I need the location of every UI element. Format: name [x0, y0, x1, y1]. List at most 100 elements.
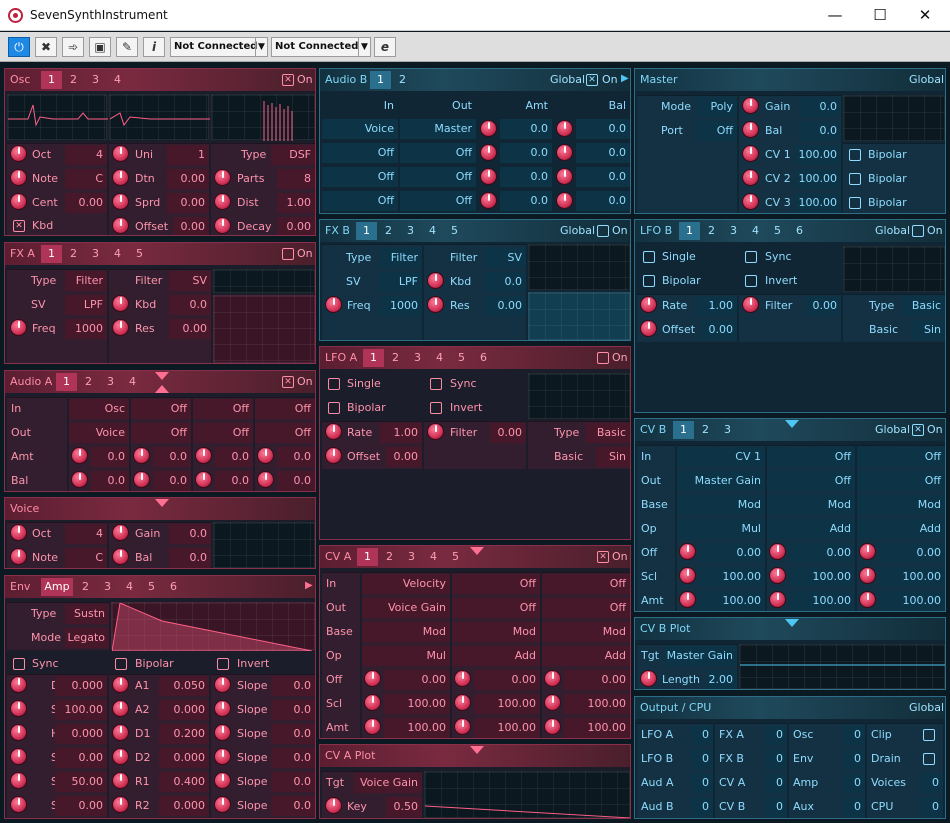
- audioa-1-amt[interactable]: 0.0: [91, 447, 129, 467]
- lfoa-invert-checkbox[interactable]: [430, 402, 442, 414]
- master-cv2-bipolar-checkbox[interactable]: [849, 173, 861, 185]
- audiob-amt-knob-2[interactable]: [480, 168, 497, 185]
- audiob-bal-1[interactable]: 0.0: [576, 143, 630, 163]
- osc-uni-knob[interactable]: [112, 145, 129, 162]
- cvb-0-value-2[interactable]: Mod: [677, 495, 765, 515]
- audiob-in-1[interactable]: Off: [322, 143, 398, 163]
- master-cv2-value[interactable]: 100.00: [795, 169, 841, 189]
- fxb-kbd-knob[interactable]: [427, 272, 444, 289]
- master-gain-knob[interactable]: [742, 97, 759, 114]
- cvb-tab-3[interactable]: 3: [717, 421, 738, 439]
- env-right-knob-0[interactable]: [214, 676, 231, 693]
- voice-oct-knob[interactable]: [10, 524, 27, 541]
- audioa-2-bal-knob[interactable]: [133, 471, 150, 488]
- lfob-filter-knob[interactable]: [742, 296, 759, 313]
- output-clip-checkbox[interactable]: [923, 729, 935, 741]
- audioa-2-amt-knob[interactable]: [133, 447, 150, 464]
- cvb-2-knob-6[interactable]: [859, 591, 876, 608]
- env-right-value-2[interactable]: 0.0: [271, 724, 315, 744]
- cvb-2-value-6[interactable]: 100.00: [879, 591, 945, 611]
- osc-cent-value[interactable]: 0.00: [65, 193, 107, 213]
- fxa-tab-1[interactable]: 1: [41, 245, 62, 263]
- env-mid-knob-4[interactable]: [112, 772, 129, 789]
- cva-2-knob-4[interactable]: [544, 670, 561, 687]
- audioa-1-bal[interactable]: 0.0: [91, 471, 129, 491]
- lfob-filter-value[interactable]: 0.00: [805, 296, 841, 316]
- cvb-2-value-2[interactable]: Mod: [857, 495, 945, 515]
- audioa-1-in[interactable]: Osc: [69, 399, 129, 419]
- master-port-value[interactable]: Off: [697, 121, 737, 141]
- lfob-tab-4[interactable]: 4: [745, 222, 766, 240]
- audioa-3-bal-knob[interactable]: [195, 471, 212, 488]
- audiob-bal-knob-2[interactable]: [556, 168, 573, 185]
- cvb-1-value-3[interactable]: Add: [767, 519, 855, 539]
- cvb-2-value-0[interactable]: Off: [857, 447, 945, 467]
- env-tab-3[interactable]: 3: [97, 578, 118, 596]
- cva-tab-3[interactable]: 3: [401, 548, 422, 566]
- cvbplot-length-knob[interactable]: [640, 670, 657, 687]
- cvb-0-knob-5[interactable]: [679, 567, 696, 584]
- cvb-0-value-1[interactable]: Master Gain: [677, 471, 765, 491]
- master-cv3-knob[interactable]: [742, 193, 759, 210]
- env-right-knob-4[interactable]: [214, 772, 231, 789]
- env-left-value-2[interactable]: 0.000: [55, 724, 107, 744]
- edit-icon[interactable]: ✎: [116, 37, 138, 57]
- master-cv2-knob[interactable]: [742, 169, 759, 186]
- master-cv1-value[interactable]: 100.00: [795, 145, 841, 165]
- audiob-amt-knob-3[interactable]: [480, 192, 497, 209]
- close-window-button[interactable]: ✕: [910, 4, 940, 26]
- env-type-value[interactable]: Sustn: [65, 604, 109, 624]
- osc-sprd-knob[interactable]: [112, 193, 129, 210]
- minimize-button[interactable]: —: [820, 4, 850, 26]
- env-left-knob-5[interactable]: [10, 796, 27, 813]
- audiob-amt-knob-1[interactable]: [480, 144, 497, 161]
- midi-output-select[interactable]: Not Connected ▼: [271, 37, 371, 57]
- fxa-tab-5[interactable]: 5: [129, 245, 150, 263]
- audiob-in-3[interactable]: Off: [322, 191, 398, 211]
- lfob-rate-knob[interactable]: [640, 296, 657, 313]
- voice-gain-knob[interactable]: [112, 524, 129, 541]
- fxa-tab-4[interactable]: 4: [107, 245, 128, 263]
- cva-0-value-4[interactable]: 0.00: [384, 670, 450, 690]
- lfoa-tab-1[interactable]: 1: [363, 349, 384, 367]
- lfoa-rate-knob[interactable]: [325, 423, 342, 440]
- lfoa-tab-5[interactable]: 5: [451, 349, 472, 367]
- cvb-2-knob-5[interactable]: [859, 567, 876, 584]
- voice-bal-value[interactable]: 0.0: [169, 548, 211, 568]
- osc-decay-knob[interactable]: [214, 217, 231, 234]
- env-tab-4[interactable]: 4: [119, 578, 140, 596]
- cvb-2-knob-4[interactable]: [859, 543, 876, 560]
- fxb-on-checkbox[interactable]: [597, 225, 609, 237]
- env-left-value-1[interactable]: 100.00: [55, 700, 107, 720]
- cvb-0-value-0[interactable]: CV 1: [677, 447, 765, 467]
- lfob-tab-3[interactable]: 3: [723, 222, 744, 240]
- env-left-value-5[interactable]: 0.00: [55, 796, 107, 816]
- master-bal-knob[interactable]: [742, 121, 759, 138]
- env-left-knob-4[interactable]: [10, 772, 27, 789]
- cva-2-value-4[interactable]: 0.00: [564, 670, 630, 690]
- env-sync-checkbox[interactable]: [13, 658, 25, 670]
- osc-parts-knob[interactable]: [214, 169, 231, 186]
- audiob-tab-1[interactable]: 1: [370, 71, 391, 89]
- fxa-type-value[interactable]: Filter: [65, 271, 107, 291]
- cvb-2-value-5[interactable]: 100.00: [879, 567, 945, 587]
- cvb-1-knob-5[interactable]: [769, 567, 786, 584]
- osc-tab-4[interactable]: 4: [107, 71, 128, 89]
- audiob-bal-3[interactable]: 0.0: [576, 191, 630, 211]
- cvb-tab-1[interactable]: 1: [673, 421, 694, 439]
- cva-1-value-2[interactable]: Mod: [452, 622, 540, 642]
- fxa-kbd-value[interactable]: 0.0: [169, 295, 211, 315]
- osc-type-value[interactable]: DSF: [271, 145, 315, 165]
- cva-tab-2[interactable]: 2: [379, 548, 400, 566]
- lfob-single-checkbox[interactable]: [643, 251, 655, 263]
- env-left-knob-1[interactable]: [10, 700, 27, 717]
- cvb-2-value-1[interactable]: Off: [857, 471, 945, 491]
- cva-0-value-3[interactable]: Mul: [362, 646, 450, 666]
- fxb-freq-value[interactable]: 1000: [380, 296, 422, 316]
- cvb-1-value-1[interactable]: Off: [767, 471, 855, 491]
- fxa-freq-value[interactable]: 1000: [65, 319, 107, 339]
- env-mid-knob-5[interactable]: [112, 796, 129, 813]
- lfoa-type-value[interactable]: Basic: [586, 423, 630, 443]
- export-icon[interactable]: ➾: [62, 37, 84, 57]
- voice-gain-value[interactable]: 0.0: [169, 524, 211, 544]
